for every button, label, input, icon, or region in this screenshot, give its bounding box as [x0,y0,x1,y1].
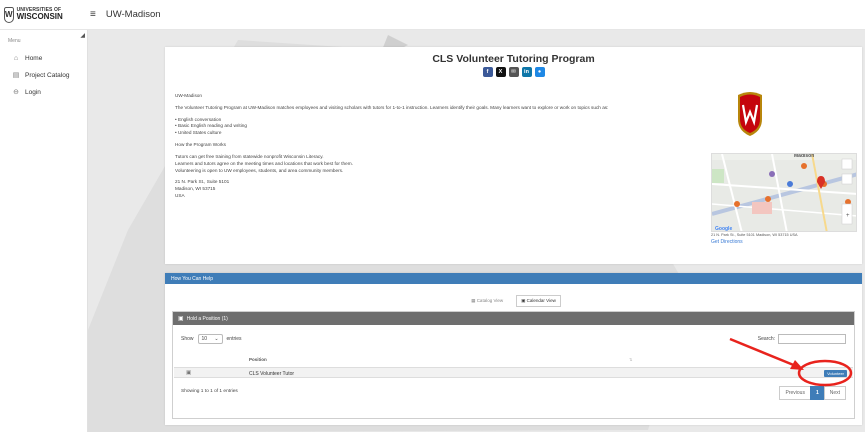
sidebar-item-project-catalog[interactable]: ▤ Project Catalog [0,66,87,83]
list-item: • United States culture [175,130,222,136]
address: 21 N. Park St., Suite 5101 Madison, WI 5… [175,179,635,199]
calendar-icon: ▣ [178,316,184,322]
location-map[interactable]: + Google Madison [711,153,857,232]
logo-line2: WISCONSIN [16,12,63,21]
tab-calendar-view[interactable]: ▣ Calendar View [516,295,561,307]
address-line: 21 N. Park St., Suite 5101 [175,179,230,185]
entries-select[interactable]: 10 ⌄ [197,334,223,344]
main-content: CLS Volunteer Tutoring Program f X ✉ in … [88,30,865,432]
sidebar: ◢ Menu ⌂ Home ▤ Project Catalog ⊖ Login [0,30,88,432]
menu-label: Menu [8,38,21,44]
show-label: Show [181,336,194,342]
search-box: Search: [758,334,846,344]
card-header: How You Can Help [165,273,862,284]
pagination: Previous 1 Next [779,386,846,400]
address-line: Madison, WI 53715 [175,186,216,192]
how-heading: How the Program Works [175,142,226,148]
how-you-can-help-card: How You Can Help ▦ Catalog View ▣ Calend… [165,273,862,425]
table-row: ▣ CLS Volunteer Tutor Volunteer [174,367,853,378]
catalog-icon: ▤ [12,72,20,79]
program-card: CLS Volunteer Tutoring Program f X ✉ in … [165,47,862,264]
crest-icon: W [4,6,14,23]
sort-icon[interactable]: ⇅ [629,357,632,362]
org-name: UW-Madison [175,93,203,98]
view-tabs: ▦ Catalog View ▣ Calendar View [165,295,862,307]
svg-text:+: + [846,213,850,219]
panel-header: ▣ Hold a Position (1) [173,312,854,325]
login-icon: ⊖ [13,89,19,96]
map-graphic: + Google [712,154,856,232]
topic-list: • English conversation • Basic English r… [175,117,635,137]
search-label: Search: [757,336,775,342]
panel-title: Hold a Position (1) [186,315,228,322]
column-header-position[interactable]: Position [249,357,267,362]
program-title: CLS Volunteer Tutoring Program [432,53,595,65]
facebook-share-icon[interactable]: f [482,67,493,77]
chevron-down-icon: ⌄ [214,336,219,342]
list-item: Volunteering is open to UW employees, st… [175,167,344,173]
entries-value: 10 [201,336,208,342]
page-1-button[interactable]: 1 [809,386,825,400]
list-item: • English conversation [175,116,222,122]
sidebar-item-home[interactable]: ⌂ Home [0,50,87,66]
search-input[interactable] [778,334,846,344]
svg-text:Google: Google [715,226,732,232]
how-list: Tutors can get free training from statew… [175,154,635,174]
entries-label: entries [226,336,242,342]
linkedin-share-icon[interactable]: in [521,67,532,77]
list-item: Learners and tutors agree on the meeting… [175,160,353,166]
share-buttons: f X ✉ in ● [165,67,862,77]
volunteer-button[interactable]: Volunteer [824,370,847,377]
calendar-icon: ▣ [186,370,192,376]
app-title: UW-Madison [105,9,161,20]
uw-crest-logo [738,92,762,136]
home-icon: ⌂ [13,55,19,62]
sidebar-item-label: Home [25,55,43,62]
sidebar-item-label: Project Catalog [25,71,70,79]
tab-label: Catalog View [476,298,504,303]
list-item: • Basic English reading and writing [175,123,247,129]
show-entries: Show 10 ⌄ entries [181,334,242,344]
email-share-icon[interactable]: ✉ [508,67,519,77]
get-directions-link[interactable]: Get Directions [711,239,743,245]
top-bar: W UNIVERSITIES OF WISCONSIN ≡ UW-Madison [0,0,865,30]
address-line: USA [175,192,185,198]
messenger-share-icon[interactable]: ● [534,67,545,77]
sidebar-item-label: Login [25,88,41,96]
map-caption: 21 N. Park St., Suite 5101 Madison, WI 5… [711,233,798,237]
table-info: Showing 1 to 1 of 1 entries [181,389,238,394]
collapse-sidebar-icon[interactable]: ◢ [80,32,85,39]
hold-position-panel: ▣ Hold a Position (1) Show 10 ⌄ entries … [172,311,855,419]
tab-label: Calendar View [526,298,556,303]
universities-of-wisconsin-logo[interactable]: W UNIVERSITIES OF WISCONSIN [4,4,63,26]
list-item: Tutors can get free training from statew… [175,153,324,159]
previous-page-button[interactable]: Previous [779,386,811,400]
x-share-icon[interactable]: X [495,67,506,77]
position-name: CLS Volunteer Tutor [249,371,295,377]
program-description: UW-Madison The Volunteer Tutoring Progra… [175,93,635,200]
sidebar-item-login[interactable]: ⊖ Login [0,83,87,100]
intro-text: The Volunteer Tutoring Program at UW-Mad… [175,104,609,110]
next-page-button[interactable]: Next [823,386,846,400]
map-city-label: Madison [794,153,815,159]
tab-catalog-view[interactable]: ▦ Catalog View [466,295,508,307]
hamburger-menu-icon[interactable]: ≡ [90,9,96,20]
